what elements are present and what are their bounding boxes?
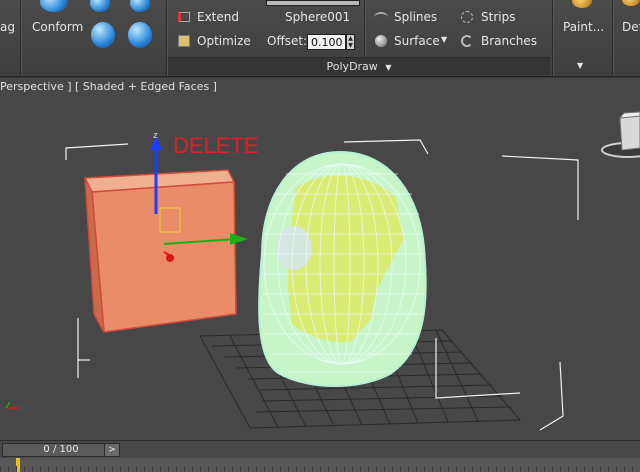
ribbon-partial-left-label[interactable]: ag xyxy=(0,20,15,34)
paint-button[interactable]: Paint... xyxy=(563,20,604,34)
sphere-object[interactable] xyxy=(258,150,427,387)
perspective-viewport[interactable]: z DELETE Perspective] [Shaded + Edged … xyxy=(0,78,640,440)
object-name-label: Sphere001 xyxy=(285,10,351,24)
ribbon-separator xyxy=(20,0,21,76)
polydraw-group-label: PolyDraw xyxy=(326,60,378,73)
box-object[interactable] xyxy=(83,169,237,333)
timeline: 0 / 100 > xyxy=(0,440,640,472)
timeline-ruler[interactable] xyxy=(0,458,640,472)
ribbon-toolbar: ag Conform Extend Optimize Sphere001 Off… xyxy=(0,0,640,77)
default-button[interactable]: Def xyxy=(622,20,640,34)
conform-button[interactable]: Conform xyxy=(32,20,83,34)
gizmo-z-label: z xyxy=(153,131,158,141)
viewport-scene[interactable]: z DELETE xyxy=(0,78,640,440)
delete-annotation: DELETE xyxy=(173,133,259,158)
chevron-down-icon[interactable]: ▼ xyxy=(577,61,583,70)
viewcube-icon[interactable] xyxy=(601,111,640,158)
splines-button[interactable]: Splines xyxy=(394,10,437,24)
optimize-icon xyxy=(178,35,190,47)
ribbon-separator xyxy=(612,0,613,76)
pick-object-button[interactable] xyxy=(266,0,360,6)
brush-orb-minus-icon[interactable] xyxy=(128,22,152,48)
offset-spinner[interactable]: ▲ ▼ xyxy=(346,34,355,50)
strips-icon xyxy=(461,11,473,23)
world-axis-icon xyxy=(5,401,20,409)
paint-brush-icon xyxy=(572,0,592,8)
offset-label: Offset: xyxy=(267,34,308,48)
extend-button[interactable]: Extend xyxy=(197,10,239,24)
next-frame-button[interactable]: > xyxy=(104,443,120,457)
time-slider[interactable]: 0 / 100 xyxy=(2,443,120,457)
polydraw-group-bar[interactable]: PolyDraw ▼ xyxy=(168,57,550,75)
ribbon-separator xyxy=(166,0,167,76)
surface-dropdown-arrow-icon[interactable]: ▼ xyxy=(441,35,447,44)
branches-icon xyxy=(461,35,473,47)
branches-button[interactable]: Branches xyxy=(481,34,537,48)
offset-input[interactable]: 0.100 xyxy=(307,34,346,50)
chevron-down-icon: ▼ xyxy=(385,63,392,72)
conform-orb-icon[interactable] xyxy=(40,0,68,12)
brush-orb-icon[interactable] xyxy=(90,0,110,12)
strips-button[interactable]: Strips xyxy=(481,10,515,24)
viewport-label[interactable]: Perspective ] [ Shaded + Edged Faces ] xyxy=(0,80,217,93)
splines-icon xyxy=(374,12,388,22)
optimize-button[interactable]: Optimize xyxy=(197,34,251,48)
extend-icon xyxy=(178,12,190,22)
brush-orb-icon[interactable] xyxy=(130,0,150,12)
default-icon xyxy=(622,0,640,6)
ruler-ticks xyxy=(0,466,640,472)
surface-icon xyxy=(375,35,387,47)
ribbon-separator xyxy=(552,0,553,76)
frame-display: 0 / 100 xyxy=(43,444,79,455)
surface-dropdown[interactable]: Surface xyxy=(394,34,440,48)
brush-orb-add-icon[interactable] xyxy=(91,22,115,48)
